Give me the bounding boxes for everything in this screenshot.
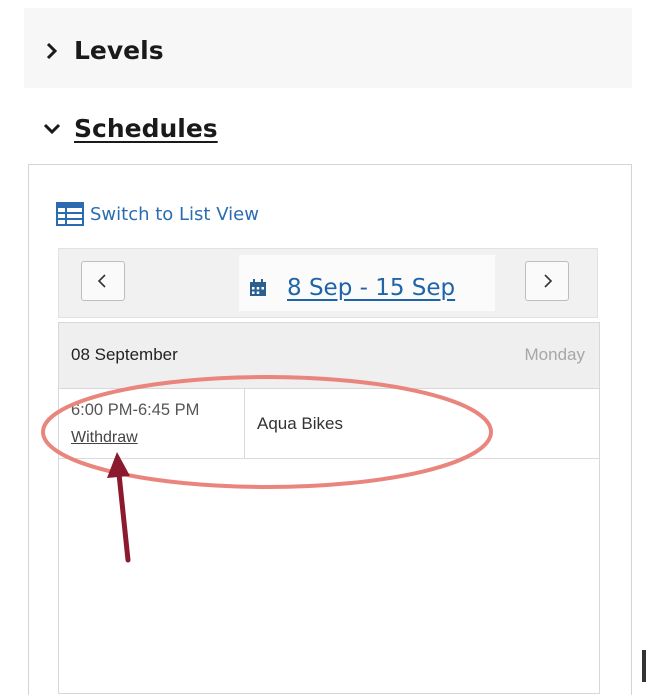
scrollbar-handle[interactable]: [642, 650, 646, 682]
schedules-title: Schedules: [74, 114, 218, 143]
day-date: 08 September: [71, 345, 178, 364]
chevron-right-icon: [544, 274, 553, 288]
day-header: 08 September Monday: [59, 323, 599, 389]
day-schedule-table: 08 September Monday 6:00 PM-6:45 PM With…: [58, 322, 600, 694]
chevron-left-icon: [97, 274, 106, 288]
withdraw-link[interactable]: Withdraw: [71, 429, 138, 447]
previous-week-button[interactable]: [81, 261, 125, 301]
schedule-row: 6:00 PM-6:45 PM Withdraw Aqua Bikes: [59, 389, 599, 459]
list-view-icon: [56, 202, 84, 226]
list-view-label: Switch to List View: [90, 203, 259, 225]
date-range-link[interactable]: 8 Sep - 15 Sep: [287, 275, 455, 301]
class-name: Aqua Bikes: [257, 414, 343, 433]
levels-title: Levels: [74, 36, 164, 65]
week-navigation: 8 Sep - 15 Sep: [58, 248, 598, 318]
levels-section-header[interactable]: Levels: [40, 36, 164, 65]
next-week-button[interactable]: [525, 261, 569, 301]
schedules-section-header[interactable]: Schedules: [40, 114, 218, 143]
calendar-icon: [250, 279, 266, 296]
chevron-right-icon: [46, 42, 58, 59]
day-weekday: Monday: [524, 345, 585, 364]
date-range-box: 8 Sep - 15 Sep: [239, 255, 495, 311]
switch-to-list-view-link[interactable]: Switch to List View: [56, 202, 259, 226]
time-cell: 6:00 PM-6:45 PM Withdraw: [59, 389, 245, 458]
chevron-down-icon: [43, 123, 61, 134]
class-time: 6:00 PM-6:45 PM: [71, 401, 200, 419]
